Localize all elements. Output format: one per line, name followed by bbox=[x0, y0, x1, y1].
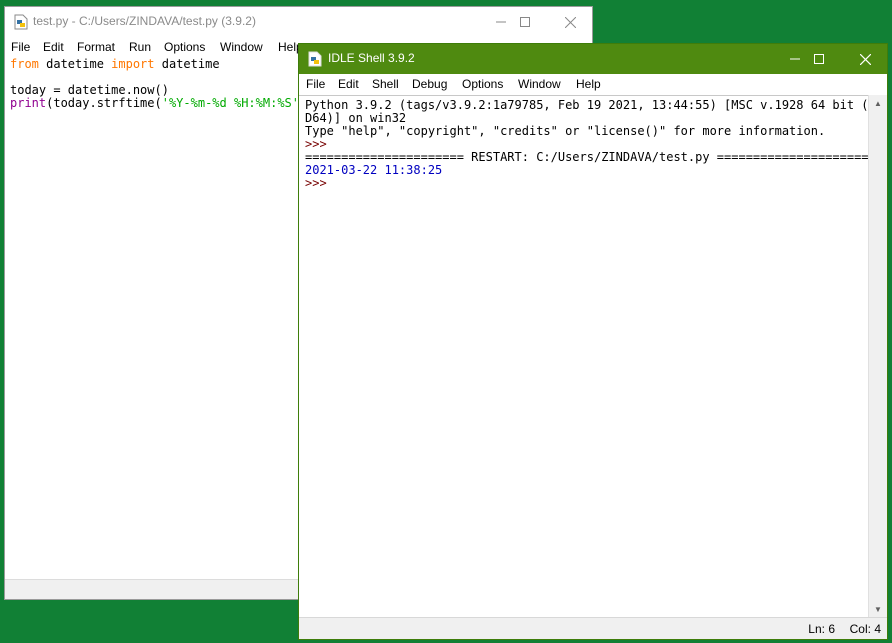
string-literal: '%Y-%m-%d %H:%M:%S' bbox=[161, 96, 299, 110]
shell-banner-line: Type "help", "copyright", "credits" or "… bbox=[305, 124, 826, 138]
line-number-indicator: Ln: 6 bbox=[808, 622, 835, 636]
scroll-down-icon[interactable]: ▼ bbox=[869, 601, 887, 618]
restart-line: ====================== RESTART: C:/Users… bbox=[305, 150, 876, 164]
close-icon bbox=[859, 53, 871, 65]
keyword-from: from bbox=[10, 57, 39, 71]
column-number-indicator: Col: 4 bbox=[849, 622, 881, 636]
editor-menu-file[interactable]: File bbox=[11, 40, 30, 54]
close-icon bbox=[564, 16, 576, 28]
shell-title: IDLE Shell 3.9.2 bbox=[328, 51, 415, 65]
shell-window[interactable]: IDLE Shell 3.9.2 File Edit Shell Debug O… bbox=[298, 43, 888, 640]
keyword-import: import bbox=[111, 57, 155, 71]
editor-menu-edit[interactable]: Edit bbox=[43, 40, 64, 54]
maximize-icon bbox=[520, 17, 530, 27]
shell-menu-debug[interactable]: Debug bbox=[412, 77, 447, 91]
code-line-3: today = datetime.now() bbox=[10, 83, 169, 97]
shell-menu-shell[interactable]: Shell bbox=[372, 77, 399, 91]
code-text: (today.strftime( bbox=[46, 96, 162, 110]
code-text: datetime bbox=[38, 57, 112, 71]
shell-menu-edit[interactable]: Edit bbox=[338, 77, 359, 91]
python-file-icon bbox=[14, 14, 28, 30]
editor-menu-options[interactable]: Options bbox=[164, 40, 205, 54]
shell-console[interactable]: Python 3.9.2 (tags/v3.9.2:1a79785, Feb 1… bbox=[299, 95, 883, 618]
shell-menu-window[interactable]: Window bbox=[518, 77, 561, 91]
code-line-4: print(today.strftime('%Y-%m-%d %H:%M:%S'… bbox=[10, 96, 313, 110]
editor-menu-window[interactable]: Window bbox=[220, 40, 263, 54]
shell-menu-help[interactable]: Help bbox=[576, 77, 601, 91]
program-output: 2021-03-22 11:38:25 bbox=[305, 163, 443, 177]
shell-banner-line: D64)] on win32 bbox=[305, 111, 407, 125]
shell-banner-line: Python 3.9.2 (tags/v3.9.2:1a79785, Feb 1… bbox=[305, 98, 883, 112]
builtin-print: print bbox=[10, 96, 47, 110]
editor-menu-run[interactable]: Run bbox=[129, 40, 151, 54]
editor-titlebar[interactable]: test.py - C:/Users/ZINDAVA/test.py (3.9.… bbox=[5, 7, 592, 37]
shell-menu-file[interactable]: File bbox=[306, 77, 325, 91]
shell-prompt: >>> bbox=[305, 137, 327, 151]
shell-titlebar[interactable]: IDLE Shell 3.9.2 bbox=[299, 44, 887, 74]
editor-title: test.py - C:/Users/ZINDAVA/test.py (3.9.… bbox=[33, 14, 256, 28]
code-text: datetime bbox=[154, 57, 220, 71]
editor-close-button[interactable] bbox=[547, 7, 592, 37]
shell-menu-options[interactable]: Options bbox=[462, 77, 503, 91]
shell-prompt: >>> bbox=[305, 176, 327, 190]
scroll-up-icon[interactable]: ▲ bbox=[869, 95, 887, 112]
editor-maximize-button[interactable] bbox=[502, 7, 548, 37]
vertical-scrollbar[interactable]: ▲ ▼ bbox=[868, 95, 887, 618]
python-file-icon bbox=[308, 51, 322, 67]
code-line-1: from datetime import datetime bbox=[10, 57, 220, 71]
shell-statusbar: Ln: 6 Col: 4 bbox=[299, 617, 887, 639]
maximize-icon bbox=[814, 54, 824, 64]
shell-maximize-button[interactable] bbox=[796, 44, 842, 74]
shell-close-button[interactable] bbox=[842, 44, 887, 74]
editor-menu-format[interactable]: Format bbox=[77, 40, 115, 54]
shell-menubar: File Edit Shell Debug Options Window Hel… bbox=[299, 74, 887, 95]
